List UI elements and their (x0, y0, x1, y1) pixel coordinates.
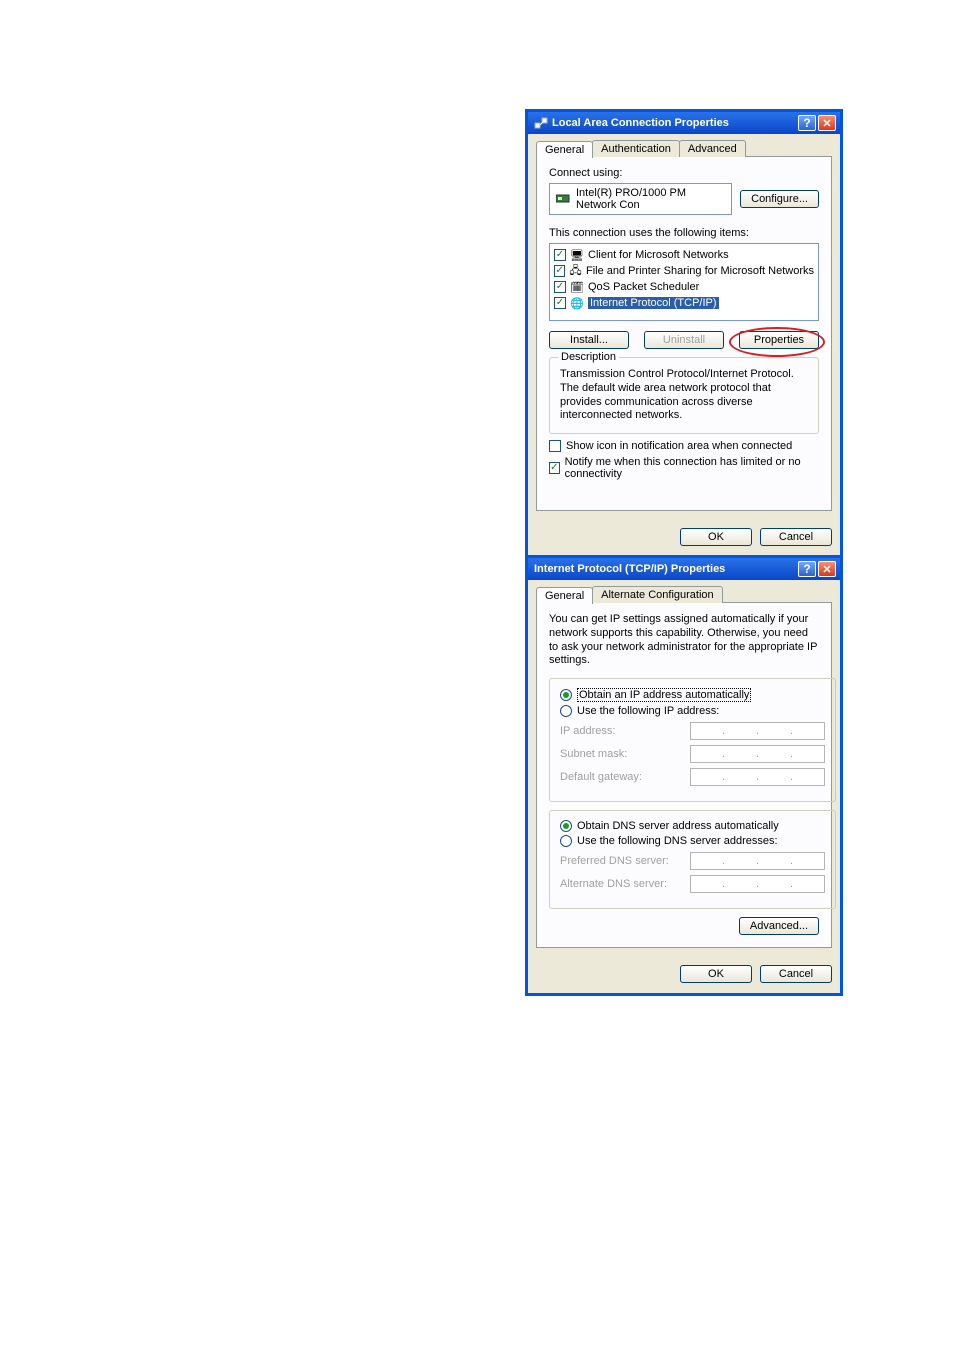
alternate-dns-row: Alternate DNS server: ... (560, 875, 825, 893)
install-button[interactable]: Install... (549, 331, 629, 349)
lan-properties-dialog: Local Area Connection Properties General… (525, 109, 843, 559)
checkbox-icon[interactable] (549, 462, 560, 474)
list-item[interactable]: 🖧 File and Printer Sharing for Microsoft… (554, 263, 814, 279)
list-item[interactable]: 🖥 Client for Microsoft Networks (554, 247, 814, 263)
tcpip-properties-dialog: Internet Protocol (TCP/IP) Properties Ge… (525, 555, 843, 996)
radio-obtain-dns[interactable]: Obtain DNS server address automatically (560, 820, 825, 832)
radio-obtain-ip[interactable]: Obtain an IP address automatically (560, 688, 825, 702)
radio-icon[interactable] (560, 835, 572, 847)
checkbox-icon[interactable] (554, 265, 565, 277)
dialog-title: Local Area Connection Properties (552, 117, 729, 129)
cancel-button[interactable]: Cancel (760, 965, 832, 983)
ip-address-row: IP address: ... (560, 722, 825, 740)
tab-general[interactable]: General (536, 587, 593, 604)
ip-address-label: IP address: (560, 725, 690, 737)
close-button[interactable] (818, 561, 836, 577)
gateway-row: Default gateway: ... (560, 768, 825, 786)
dns-group: Obtain DNS server address automatically … (549, 810, 836, 909)
tab-general[interactable]: General (536, 141, 593, 158)
list-item-label: File and Printer Sharing for Microsoft N… (586, 265, 814, 277)
checkbox-icon[interactable] (554, 297, 566, 309)
intro-text: You can get IP settings assigned automat… (549, 613, 819, 668)
alternate-dns-label: Alternate DNS server: (560, 878, 690, 890)
show-icon-checkbox[interactable]: Show icon in notification area when conn… (549, 440, 819, 452)
list-item-label: Internet Protocol (TCP/IP) (588, 297, 719, 309)
radio-label: Obtain an IP address automatically (577, 688, 751, 702)
advanced-button[interactable]: Advanced... (739, 917, 819, 935)
list-item-label: Client for Microsoft Networks (588, 249, 729, 261)
gateway-input: ... (690, 768, 825, 786)
preferred-dns-input: ... (690, 852, 825, 870)
radio-icon[interactable] (560, 689, 572, 701)
notify-checkbox[interactable]: Notify me when this connection has limit… (549, 456, 819, 480)
uses-label: This connection uses the following items… (549, 227, 819, 239)
checkbox-icon[interactable] (554, 249, 566, 261)
titlebar[interactable]: Internet Protocol (TCP/IP) Properties (528, 558, 840, 580)
close-button[interactable] (818, 115, 836, 131)
dialog-button-row: OK Cancel (528, 520, 840, 556)
ip-address-input: ... (690, 722, 825, 740)
dialog-button-row: OK Cancel (528, 957, 840, 993)
nic-icon (556, 192, 570, 206)
tab-strip: General Authentication Advanced (536, 140, 832, 157)
help-button[interactable] (798, 561, 816, 577)
titlebar[interactable]: Local Area Connection Properties (528, 112, 840, 134)
gateway-label: Default gateway: (560, 771, 690, 783)
help-button[interactable] (798, 115, 816, 131)
ok-button[interactable]: OK (680, 528, 752, 546)
list-item[interactable]: 🗓 QoS Packet Scheduler (554, 279, 814, 295)
radio-use-dns[interactable]: Use the following DNS server addresses: (560, 835, 825, 847)
service-icon: 🗓 (570, 280, 584, 294)
tab-authentication[interactable]: Authentication (592, 140, 680, 157)
components-list[interactable]: 🖥 Client for Microsoft Networks 🖧 File a… (549, 243, 819, 321)
tab-panel-general: Connect using: Intel(R) PRO/1000 PM Netw… (536, 156, 832, 511)
checkbox-label: Notify me when this connection has limit… (565, 456, 819, 480)
subnet-row: Subnet mask: ... (560, 745, 825, 763)
radio-label: Use the following IP address: (577, 705, 719, 717)
radio-label: Obtain DNS server address automatically (577, 820, 779, 832)
checkbox-icon[interactable] (554, 281, 566, 293)
description-text: Transmission Control Protocol/Internet P… (560, 368, 808, 423)
description-group: Description Transmission Control Protoco… (549, 357, 819, 434)
preferred-dns-label: Preferred DNS server: (560, 855, 690, 867)
protocol-icon: 🌐 (570, 296, 584, 310)
ip-address-group: Obtain an IP address automatically Use t… (549, 678, 836, 802)
configure-button[interactable]: Configure... (740, 190, 819, 208)
tab-panel-general: You can get IP settings assigned automat… (536, 602, 832, 948)
connection-icon (534, 116, 548, 130)
list-item-label: QoS Packet Scheduler (588, 281, 699, 293)
list-item-selected[interactable]: 🌐 Internet Protocol (TCP/IP) (554, 295, 814, 311)
adapter-name: Intel(R) PRO/1000 PM Network Con (576, 187, 725, 211)
subnet-label: Subnet mask: (560, 748, 690, 760)
radio-use-ip[interactable]: Use the following IP address: (560, 705, 825, 717)
radio-icon[interactable] (560, 820, 572, 832)
cancel-button[interactable]: Cancel (760, 528, 832, 546)
tab-advanced[interactable]: Advanced (679, 140, 746, 157)
preferred-dns-row: Preferred DNS server: ... (560, 852, 825, 870)
radio-label: Use the following DNS server addresses: (577, 835, 778, 847)
connect-using-label: Connect using: (549, 167, 819, 179)
subnet-input: ... (690, 745, 825, 763)
description-heading: Description (558, 351, 619, 363)
checkbox-label: Show icon in notification area when conn… (566, 440, 792, 452)
dialog-title: Internet Protocol (TCP/IP) Properties (534, 563, 725, 575)
radio-icon[interactable] (560, 705, 572, 717)
client-icon: 🖥 (570, 248, 584, 262)
checkbox-icon[interactable] (549, 440, 561, 452)
tab-strip: General Alternate Configuration (536, 586, 832, 603)
ok-button[interactable]: OK (680, 965, 752, 983)
tab-alternate-config[interactable]: Alternate Configuration (592, 586, 723, 603)
alternate-dns-input: ... (690, 875, 825, 893)
adapter-field[interactable]: Intel(R) PRO/1000 PM Network Con (549, 183, 732, 215)
service-icon: 🖧 (569, 264, 582, 278)
uninstall-button: Uninstall (644, 331, 724, 349)
properties-button[interactable]: Properties (739, 331, 819, 349)
